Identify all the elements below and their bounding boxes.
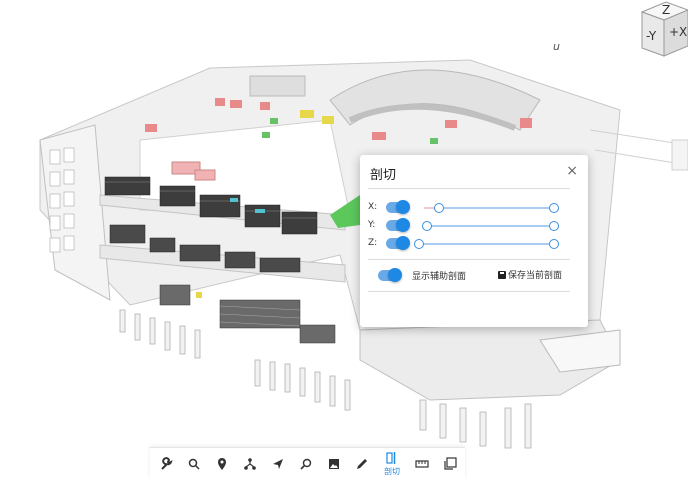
zoom-fit-icon [300, 458, 312, 470]
section-row-z: Z: [368, 236, 568, 252]
toggle-x[interactable] [386, 200, 410, 214]
section-row-x: X: [368, 200, 568, 216]
image-tool-button[interactable] [320, 448, 348, 479]
close-icon[interactable]: × [566, 163, 578, 179]
panel-divider [368, 291, 570, 292]
search-tool-button[interactable] [180, 448, 208, 479]
aux-section-toggle[interactable] [378, 268, 402, 282]
pen-tool-button[interactable] [348, 448, 376, 479]
layers-icon [444, 456, 457, 470]
pen-icon [357, 458, 367, 469]
slider-handle-y-max[interactable] [549, 221, 559, 231]
network-tool-button[interactable] [236, 448, 264, 479]
section-tool-label: 剖切 [384, 466, 400, 476]
wrench-tool-button[interactable] [152, 448, 180, 479]
toggle-z[interactable] [386, 236, 410, 250]
slider-handle-y-min[interactable] [422, 221, 432, 231]
network-icon [244, 457, 256, 470]
bottom-toolbar: 剖切 [150, 447, 465, 479]
image-icon [329, 458, 339, 469]
axis-label-y: Y: [368, 220, 376, 230]
section-tool-button[interactable]: 剖切 [378, 448, 406, 479]
toggle-knob [396, 236, 410, 250]
coordinate-axis-label: u [553, 40, 560, 53]
slider-track-y[interactable] [426, 225, 554, 227]
toggle-y[interactable] [386, 218, 410, 232]
toggle-knob [396, 218, 410, 232]
axis-label-z: Z: [368, 238, 378, 248]
wrench-icon [161, 456, 173, 470]
save-section-label: 保存当前剖面 [508, 271, 563, 281]
toggle-knob [388, 268, 402, 282]
slider-handle-z-min[interactable] [414, 239, 424, 249]
aux-section-label: 显示辅助剖面 [412, 272, 467, 282]
section-icon [386, 451, 396, 464]
ruler-icon [415, 459, 429, 468]
location-tool-button[interactable] [208, 448, 236, 479]
nav-cube-side-label[interactable]: +X [669, 25, 687, 39]
axis-label-x: X: [368, 202, 378, 212]
aux-section-row: 显示辅助剖面 保存当前剖面 [368, 267, 578, 285]
save-section-button[interactable]: 保存当前剖面 [498, 268, 562, 281]
navigate-tool-button[interactable] [264, 448, 292, 479]
nav-cube-top-label[interactable]: Z [662, 3, 670, 17]
panel-title: 剖切 [370, 168, 397, 183]
section-panel: 剖切 × X: Y: Z: 显示辅助剖面 保存当前剖面 [360, 155, 588, 327]
slider-track-z[interactable] [416, 243, 554, 245]
navigate-arrow-icon [273, 458, 283, 469]
section-row-y: Y: [368, 218, 568, 234]
nav-cube[interactable]: Z -Y +X [636, 0, 688, 60]
slider-range-x [438, 207, 554, 209]
slider-handle-x-max[interactable] [549, 203, 559, 213]
toggle-knob [396, 200, 410, 214]
panel-divider [368, 188, 570, 189]
panel-divider [368, 259, 570, 260]
slider-handle-x-min[interactable] [434, 203, 444, 213]
layers-tool-button[interactable] [436, 448, 464, 479]
ruler-tool-button[interactable] [408, 448, 436, 479]
location-pin-icon [218, 457, 226, 470]
save-icon [498, 271, 506, 279]
slider-handle-z-max[interactable] [549, 239, 559, 249]
nav-cube-front-label[interactable]: -Y [646, 29, 657, 43]
search-icon [188, 458, 200, 470]
zoom-fit-tool-button[interactable] [292, 448, 320, 479]
